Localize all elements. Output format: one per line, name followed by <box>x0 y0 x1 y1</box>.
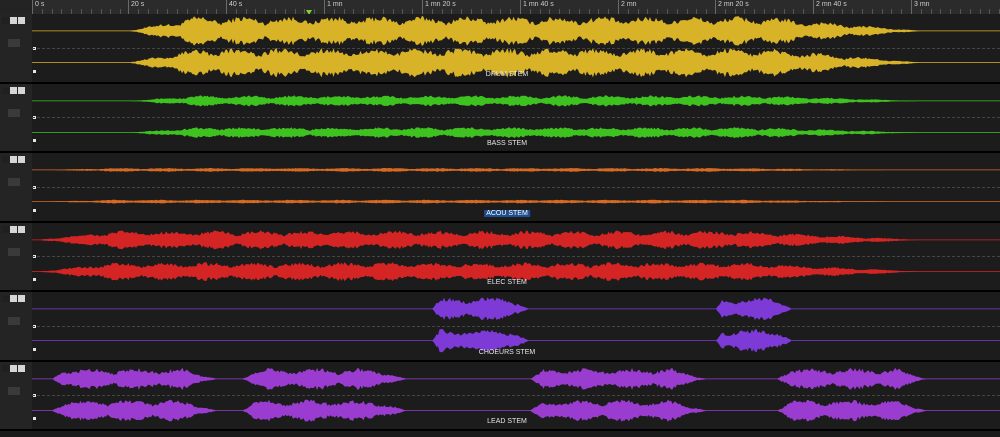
collapse-arrow-icon[interactable] <box>2 364 9 372</box>
channel-separator <box>32 325 1000 327</box>
waveform-channel-left <box>128 94 922 106</box>
channel-separator <box>32 47 1000 49</box>
clip-name[interactable]: ACOU STEM <box>484 209 530 217</box>
waveform-channel-left <box>128 15 922 47</box>
bypass-button[interactable] <box>10 225 17 233</box>
solo-button[interactable] <box>18 225 25 233</box>
track-2[interactable]: BASS STEM <box>0 83 1000 153</box>
ruler-tick: 2 mn 20 s <box>715 0 749 14</box>
ruler-tick: 0 s <box>32 0 44 14</box>
envelope-handle[interactable] <box>33 278 36 281</box>
clip-name[interactable]: LEAD STEM <box>485 418 529 425</box>
track-buttons <box>2 156 25 163</box>
waveform-channel-right <box>42 199 902 204</box>
track-header <box>0 222 33 290</box>
track-header <box>0 153 33 221</box>
track-number <box>8 108 20 117</box>
solo-button[interactable] <box>18 295 25 302</box>
ruler-tick-label: 1 mn <box>327 1 343 8</box>
ruler-tick-label: 1 mn 40 s <box>523 1 554 8</box>
clip-name[interactable]: DRUM STEM <box>484 71 530 78</box>
collapse-arrow-icon[interactable] <box>2 156 9 163</box>
track-header <box>0 292 33 360</box>
track-buttons <box>2 86 25 94</box>
ruler-tick: 1 mn 40 s <box>520 0 554 14</box>
ruler-tick-label: 2 mn 40 s <box>816 1 847 8</box>
track-buttons <box>2 17 25 24</box>
track-buttons <box>2 364 25 372</box>
waveform-channel-right <box>128 126 922 138</box>
ruler-tick-label: 2 mn 20 s <box>718 1 749 8</box>
collapse-arrow-icon[interactable] <box>2 225 9 233</box>
ruler-tick-label: 1 mn 20 s <box>425 1 456 8</box>
ruler-tick-label: 20 s <box>131 1 145 8</box>
waveform-channel-left <box>37 229 922 249</box>
bypass-button[interactable] <box>10 364 17 372</box>
ruler-tick: 40 s <box>226 0 242 14</box>
time-ruler[interactable]: 0 s 20 s 40 s 1 mn 1 mn 20 s 1 mn 40 s 2 mn 2 m… <box>32 0 1000 15</box>
track-3[interactable]: ACOU STEM <box>0 153 1000 223</box>
track-header <box>0 14 33 82</box>
clip-name[interactable]: CHOEURS STEM <box>477 349 537 356</box>
ruler-corner <box>0 0 32 15</box>
collapse-arrow-icon[interactable] <box>2 86 9 94</box>
track-4[interactable]: ELEC STEM <box>0 222 1000 292</box>
channel-separator <box>32 186 1000 188</box>
ruler-tick-label: 0 s <box>35 1 45 8</box>
ruler-tick: 3 mn <box>911 0 930 14</box>
bypass-button[interactable] <box>10 295 17 302</box>
ruler-tick-label: 3 mn <box>914 1 930 8</box>
solo-button[interactable] <box>18 156 25 163</box>
track-header <box>0 361 33 429</box>
collapse-arrow-icon[interactable] <box>2 295 9 302</box>
track-number <box>8 39 20 47</box>
ruler-tick: 20 s <box>128 0 144 14</box>
bypass-button[interactable] <box>10 156 17 163</box>
collapse-arrow-icon[interactable] <box>2 17 9 24</box>
daw-timeline: 0 s 20 s 40 s 1 mn 1 mn 20 s 1 mn 40 s 2 mn 2 m… <box>0 0 1000 437</box>
track-number <box>8 317 20 325</box>
clip-name[interactable]: BASS STEM <box>485 140 529 147</box>
solo-button[interactable] <box>18 364 25 372</box>
channel-separator <box>32 117 1000 119</box>
bypass-button[interactable] <box>10 17 17 24</box>
solo-button[interactable] <box>18 17 25 24</box>
track-buttons <box>2 225 25 233</box>
channel-separator <box>32 395 1000 397</box>
track-buttons <box>2 295 25 302</box>
track-1[interactable]: DRUM STEM <box>0 14 1000 84</box>
envelope-handle[interactable] <box>33 347 36 351</box>
ruler-tick: 1 mn <box>324 0 343 14</box>
track-number <box>8 386 20 395</box>
clip-name[interactable]: ELEC STEM <box>485 279 529 286</box>
bypass-button[interactable] <box>10 86 17 94</box>
envelope-handle[interactable] <box>33 139 36 142</box>
waveform-channel-right <box>37 261 922 281</box>
track-header <box>0 83 33 151</box>
envelope-handle[interactable] <box>33 208 36 212</box>
ruler-tick: 1 mn 20 s <box>422 0 456 14</box>
track-number <box>8 247 20 256</box>
waveform-channel-left <box>42 168 902 172</box>
ruler-tick-label: 40 s <box>229 1 243 8</box>
solo-button[interactable] <box>18 86 25 94</box>
envelope-handle[interactable] <box>33 69 36 73</box>
ruler-tick: 2 mn 40 s <box>813 0 847 14</box>
track-number <box>8 178 20 186</box>
track-6[interactable]: LEAD STEM <box>0 361 1000 431</box>
envelope-handle[interactable] <box>33 417 36 420</box>
channel-separator <box>32 256 1000 258</box>
track-5[interactable]: CHOEURS STEM <box>0 292 1000 362</box>
ruler-tick: 2 mn <box>618 0 637 14</box>
ruler-tick-label: 2 mn <box>621 1 637 8</box>
